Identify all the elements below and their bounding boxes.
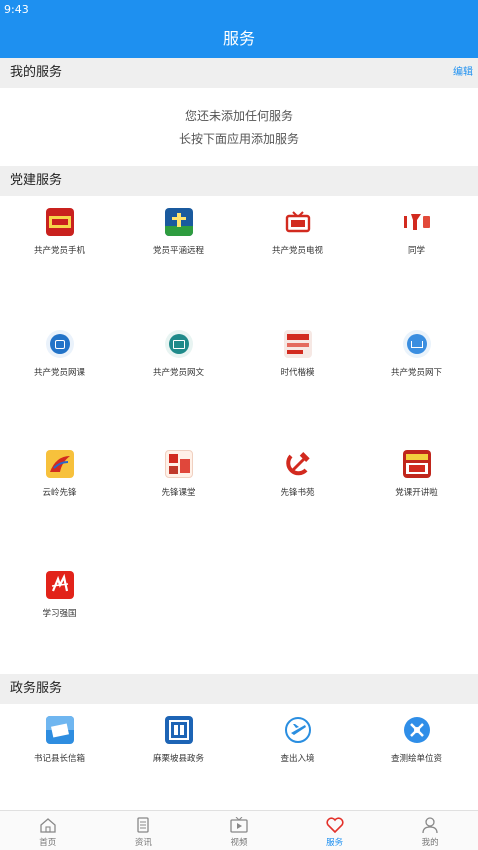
tab-services[interactable]: 服务	[287, 811, 383, 850]
heart-icon	[326, 817, 344, 834]
bottom-tab-bar: 首页 资讯 视频 服务 我的	[0, 810, 478, 850]
mailbox-icon	[45, 716, 74, 744]
tv-icon	[284, 208, 312, 236]
service-item-entry-exit[interactable]: 查出入境	[238, 716, 357, 764]
service-item-malipo-gov[interactable]: 麻栗坡县政务	[119, 716, 238, 764]
service-label: 党员平涵远程	[152, 246, 204, 256]
video-icon	[230, 816, 248, 833]
service-item-survey[interactable]: 查测绘单位资	[357, 716, 476, 764]
satellite-logo-icon	[164, 208, 193, 236]
gov-services-title: 政务服务	[10, 681, 63, 696]
service-label: 共产党员网文	[152, 368, 204, 378]
service-item-party-article[interactable]: 共产党员网文	[119, 330, 238, 378]
service-item-pioneer-books[interactable]: 先锋书苑	[238, 450, 357, 498]
service-label: 书记县长信箱	[33, 754, 85, 764]
service-item-tongxue[interactable]: 同学	[357, 208, 476, 256]
party-services-header: 党建服务	[0, 166, 478, 196]
study-logo-icon	[403, 208, 431, 236]
service-item-party-course[interactable]: 共产党员网课	[0, 330, 119, 378]
service-label: 时代楷模	[280, 368, 315, 378]
service-label: 共产党员手机	[33, 246, 85, 256]
document-circle-icon	[164, 330, 193, 358]
play-circle-icon	[45, 330, 74, 358]
service-item-pioneer-class[interactable]: 先锋课堂	[119, 450, 238, 498]
service-label: 先锋课堂	[161, 488, 196, 498]
service-item-mailbox[interactable]: 书记县长信箱	[0, 716, 119, 764]
pioneer-bird-icon	[45, 450, 74, 478]
service-label: 云岭先锋	[42, 488, 77, 498]
service-label: 麻栗坡县政务	[152, 754, 204, 764]
lecture-icon	[402, 450, 431, 478]
airplane-icon	[284, 716, 312, 744]
service-label: 同学	[407, 246, 425, 256]
service-label: 共产党员电视	[271, 246, 323, 256]
service-label: 共产党员网下	[390, 368, 442, 378]
hammer-sickle-icon	[284, 450, 312, 478]
service-item-party-remote[interactable]: 党员平涵远程	[119, 208, 238, 256]
tab-label: 首页	[39, 838, 57, 848]
tab-label: 服务	[326, 838, 344, 848]
service-label: 查测绘单位资	[390, 754, 442, 764]
party-services-title: 党建服务	[10, 173, 63, 188]
xuexi-icon	[45, 571, 74, 599]
status-bar: 9:43	[0, 0, 478, 20]
role-model-icon	[283, 330, 312, 358]
tab-label: 资讯	[134, 838, 152, 848]
classroom-icon	[164, 450, 193, 478]
service-item-party-download[interactable]: 共产党员网下	[357, 330, 476, 378]
newspaper-logo-icon	[45, 208, 74, 236]
status-time: 9:43	[4, 3, 29, 16]
service-item-role-model[interactable]: 时代楷模	[238, 330, 357, 378]
tab-label: 视频	[230, 838, 248, 848]
my-services-header: 我的服务 编辑	[0, 58, 478, 88]
gov-services-header: 政务服务	[0, 674, 478, 704]
home-icon	[39, 817, 57, 833]
tab-video[interactable]: 视频	[191, 811, 287, 850]
my-services-title: 我的服务	[10, 65, 63, 80]
news-icon	[134, 817, 152, 833]
edit-button[interactable]: 编辑	[453, 58, 473, 88]
service-item-party-lecture[interactable]: 党课开讲啦	[357, 450, 476, 498]
empty-message-line1: 您还未添加任何服务	[184, 109, 293, 123]
gov-building-icon	[164, 716, 193, 744]
user-icon	[421, 817, 439, 834]
survey-tools-icon	[403, 716, 431, 744]
download-circle-icon	[402, 330, 431, 358]
empty-message-line2: 长按下面应用添加服务	[178, 132, 299, 146]
tab-label: 我的	[421, 838, 439, 848]
service-item-yunling[interactable]: 云岭先锋	[0, 450, 119, 498]
tab-news[interactable]: 资讯	[96, 811, 192, 850]
service-label: 学习强国	[42, 609, 77, 619]
my-services-empty: 您还未添加任何服务 长按下面应用添加服务	[0, 88, 478, 166]
page-title: 服务	[0, 20, 478, 58]
service-label: 先锋书苑	[280, 488, 315, 498]
tab-mine[interactable]: 我的	[382, 811, 478, 850]
service-label: 共产党员网课	[33, 368, 85, 378]
service-item-party-phone[interactable]: 共产党员手机	[0, 208, 119, 256]
tab-home[interactable]: 首页	[0, 811, 96, 850]
service-label: 党课开讲啦	[395, 488, 438, 498]
service-label: 查出入境	[280, 754, 315, 764]
service-item-party-tv[interactable]: 共产党员电视	[238, 208, 357, 256]
service-item-xuexi[interactable]: 学习强国	[0, 571, 119, 619]
